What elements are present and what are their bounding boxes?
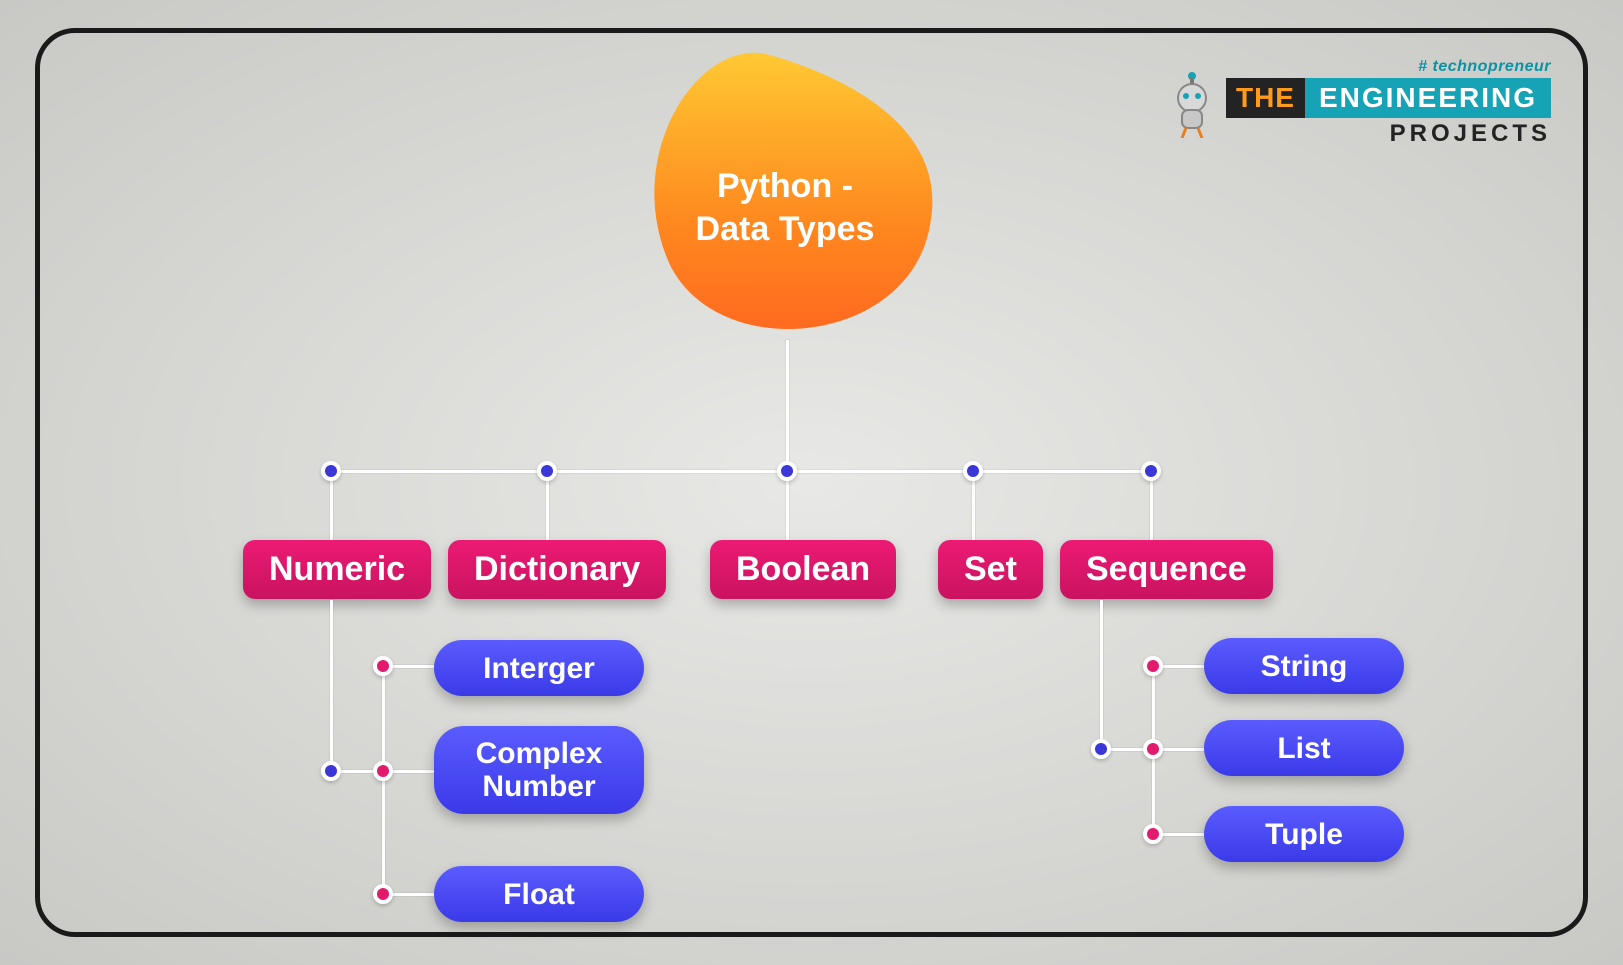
- root-label: Python - Data Types: [670, 165, 900, 250]
- root-line1: Python -: [717, 167, 853, 205]
- node-dot: [1143, 739, 1163, 759]
- node-dot: [373, 884, 393, 904]
- connector: [330, 470, 1150, 473]
- node-dot: [963, 461, 983, 481]
- subtype-integer: Interger: [434, 640, 644, 696]
- subtype-string: String: [1204, 638, 1404, 694]
- node-dot: [1143, 824, 1163, 844]
- node-dot: [1143, 656, 1163, 676]
- node-dot: [321, 761, 341, 781]
- category-sequence: Sequence: [1060, 540, 1273, 599]
- robot-icon: [1168, 68, 1216, 138]
- node-dot: [1091, 739, 1111, 759]
- category-boolean: Boolean: [710, 540, 896, 599]
- subtype-list: List: [1204, 720, 1404, 776]
- node-dot: [1141, 461, 1161, 481]
- node-dot: [537, 461, 557, 481]
- node-dot: [777, 461, 797, 481]
- logo-engineering: ENGINEERING: [1305, 78, 1551, 118]
- subtype-tuple: Tuple: [1204, 806, 1404, 862]
- connector: [330, 600, 333, 770]
- connector: [786, 340, 789, 470]
- category-set: Set: [938, 540, 1043, 599]
- logo-projects: PROJECTS: [1390, 120, 1551, 148]
- subtype-complex: Complex Number: [434, 726, 644, 814]
- node-dot: [373, 761, 393, 781]
- logo-the: THE: [1226, 78, 1305, 118]
- category-dictionary: Dictionary: [448, 540, 666, 599]
- root-line2: Data Types: [696, 210, 875, 248]
- logo-tagline: # technopreneur: [1418, 58, 1551, 76]
- node-dot: [321, 461, 341, 481]
- brand-logo: # technopreneur THE ENGINEERING PROJECTS: [1168, 58, 1551, 148]
- connector: [1100, 600, 1103, 750]
- subtype-float: Float: [434, 866, 644, 922]
- node-dot: [373, 656, 393, 676]
- category-numeric: Numeric: [243, 540, 431, 599]
